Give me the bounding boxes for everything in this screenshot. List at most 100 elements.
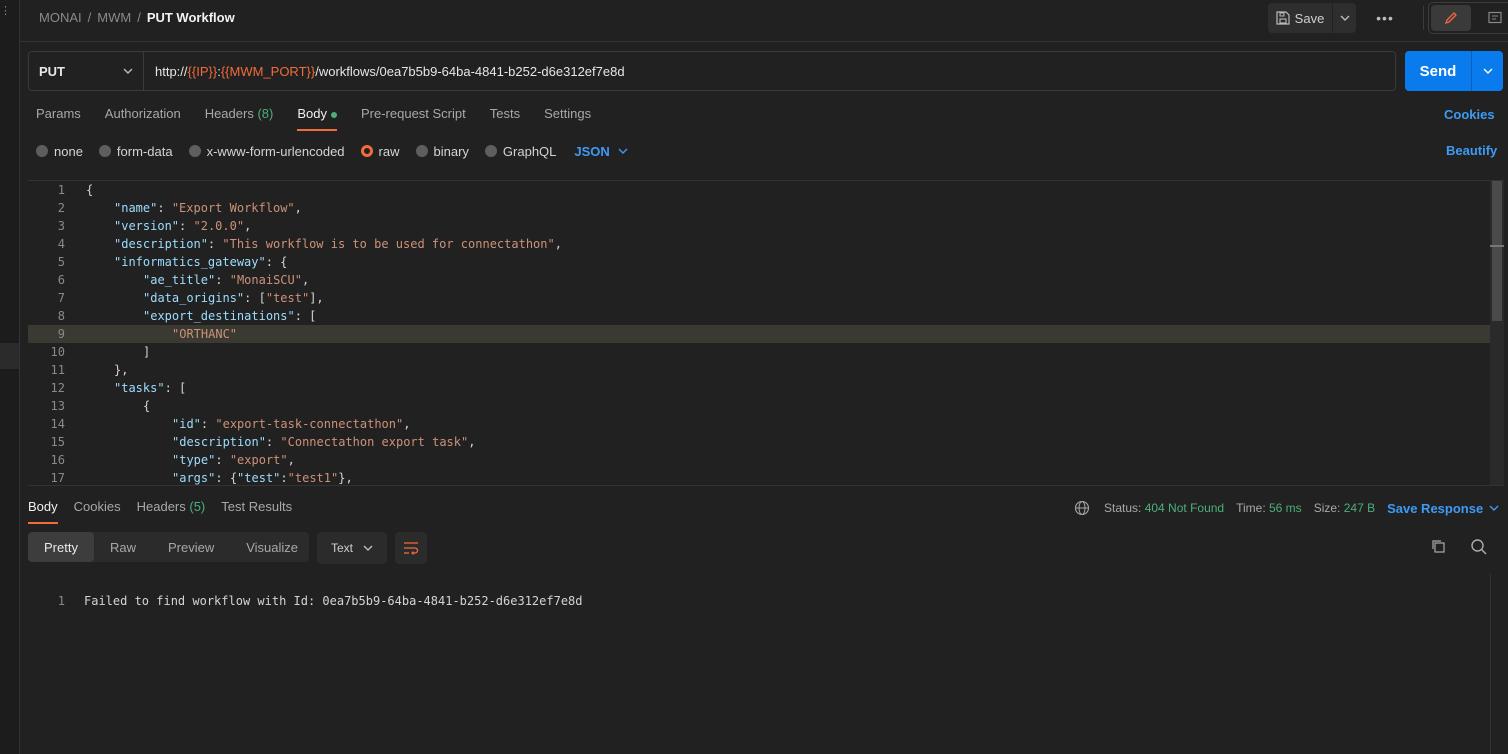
- body-type-raw[interactable]: raw: [360, 143, 400, 159]
- body-type-raw-label: raw: [378, 143, 400, 159]
- editor-line: 11},: [28, 361, 1490, 379]
- save-label: Save: [1294, 10, 1325, 26]
- beautify-link[interactable]: Beautify: [1446, 143, 1497, 158]
- code-text: "informatics_gateway": {: [114, 255, 288, 269]
- line-number: 7: [57, 291, 65, 305]
- editor-line: 17 "args": {"test":"test1"},: [28, 469, 1490, 485]
- breadcrumb-folder[interactable]: MWM: [97, 10, 131, 25]
- code-text: {: [86, 183, 94, 197]
- code-text: "ORTHANC": [172, 327, 238, 341]
- response-scrollbar[interactable]: [1490, 574, 1504, 754]
- sidebar-selection-marker: [0, 343, 19, 369]
- code-text: "id": "export-task-connectathon",: [172, 417, 411, 431]
- language-label: JSON: [574, 143, 610, 159]
- tab-body-label: Body: [297, 106, 327, 121]
- radio-icon: [484, 145, 497, 157]
- send-button[interactable]: Send: [1405, 51, 1471, 91]
- size-info[interactable]: Size: 247 B: [1314, 501, 1375, 515]
- request-tabs: Params Authorization Headers (8) Body Pr…: [36, 106, 615, 132]
- code-text: "ae_title": "MonaiSCU",: [143, 273, 310, 287]
- breadcrumb-collection[interactable]: MONAI: [39, 10, 82, 25]
- editor-line: 14 "id": "export-task-connectathon",: [28, 415, 1490, 433]
- response-tab-body[interactable]: Body: [28, 499, 58, 524]
- status-info[interactable]: Status: 404 Not Found: [1104, 501, 1224, 515]
- response-tab-headers[interactable]: Headers (5): [137, 499, 206, 523]
- breadcrumb-separator: /: [137, 10, 141, 25]
- url-variable-ip: {{IP}}: [187, 63, 218, 79]
- language-select[interactable]: JSON: [574, 143, 628, 159]
- body-type-graphql[interactable]: GraphQL: [484, 144, 556, 159]
- comments-mode-button[interactable]: [1475, 5, 1508, 31]
- view-tab-raw[interactable]: Raw: [94, 532, 152, 562]
- body-type-form-data-label: form-data: [116, 143, 173, 159]
- tab-body[interactable]: Body: [297, 106, 337, 131]
- response-tab-test-results[interactable]: Test Results: [221, 499, 292, 523]
- wrap-lines-button[interactable]: [395, 532, 427, 564]
- editor-line: 7 "data_origins": ["test"],: [28, 289, 1490, 307]
- editor-line: 1{: [28, 181, 1490, 199]
- pencil-icon: [1444, 12, 1457, 25]
- tab-prerequest-script[interactable]: Pre-request Script: [361, 106, 466, 130]
- tab-settings[interactable]: Settings: [544, 106, 591, 130]
- url-bar: PUT http://{{IP}}: {{MWM_PORT}}/workflows…: [28, 51, 1396, 91]
- response-meta: Status: 404 Not Found Time: 56 ms Size: …: [1074, 500, 1499, 516]
- tab-tests[interactable]: Tests: [490, 106, 520, 130]
- chevron-down-icon: [1489, 505, 1499, 511]
- edit-mode-button[interactable]: [1431, 5, 1471, 31]
- editor-line: 4 "description": "This workflow is to be …: [28, 235, 1490, 253]
- save-button[interactable]: Save: [1268, 3, 1332, 33]
- method-label: PUT: [39, 63, 65, 79]
- response-body[interactable]: 1 Failed to find workflow with Id: 0ea7b5…: [28, 574, 1490, 754]
- view-tab-visualize[interactable]: Visualize: [230, 532, 314, 562]
- line-number: 3: [57, 219, 65, 233]
- code-text: "tasks": [: [114, 381, 187, 395]
- view-tab-pretty[interactable]: Pretty: [28, 532, 94, 562]
- editor-line: 10]: [28, 343, 1490, 361]
- left-sidebar-strip: ⋮: [0, 0, 20, 754]
- copy-icon[interactable]: [1430, 538, 1446, 557]
- time-info[interactable]: Time: 56 ms: [1236, 501, 1302, 515]
- view-tab-preview[interactable]: Preview: [152, 532, 230, 562]
- request-title[interactable]: PUT Workflow: [147, 10, 235, 25]
- method-select[interactable]: PUT: [29, 52, 144, 90]
- body-type-form-data[interactable]: form-data: [98, 143, 173, 159]
- url-input[interactable]: http://{{IP}}: {{MWM_PORT}}/workflows/0ea…: [144, 52, 625, 90]
- body-type-urlencoded[interactable]: x-www-form-urlencoded: [188, 144, 345, 159]
- chevron-down-icon: [1483, 68, 1492, 74]
- request-body-editor[interactable]: 1{ 2 "name": "Export Workflow", 3 "version…: [28, 180, 1504, 486]
- more-actions-button[interactable]: •••: [1372, 8, 1398, 28]
- body-type-none[interactable]: none: [36, 144, 83, 159]
- editor-line: 15 "description": "Connectathon export ta…: [28, 433, 1490, 451]
- tab-params[interactable]: Params: [36, 106, 81, 130]
- cookies-link[interactable]: Cookies: [1444, 107, 1495, 122]
- code-text: "name": "Export Workflow",: [114, 201, 302, 215]
- response-format-select[interactable]: Text: [317, 532, 387, 564]
- search-icon[interactable]: [1470, 538, 1488, 559]
- send-options-button[interactable]: [1471, 51, 1503, 91]
- save-icon: [1276, 11, 1290, 25]
- url-path: /workflows/0ea7b5b9-64ba-4841-b252-d6e31…: [315, 63, 625, 79]
- response-tab-headers-label: Headers: [136, 499, 186, 514]
- tab-headers[interactable]: Headers (8): [205, 106, 274, 130]
- code-text: "description": "This workflow is to be u…: [114, 237, 562, 251]
- body-type-binary[interactable]: binary: [415, 144, 469, 159]
- time-value: 56 ms: [1269, 501, 1302, 515]
- line-number: 9: [57, 327, 65, 341]
- save-options-button[interactable]: [1332, 3, 1356, 33]
- network-globe-icon[interactable]: [1074, 500, 1090, 516]
- tab-authorization[interactable]: Authorization: [105, 106, 181, 130]
- chevron-down-icon: [363, 545, 373, 551]
- editor-scrollbar-thumb[interactable]: [1492, 181, 1502, 321]
- line-number: 15: [50, 435, 65, 449]
- code-text: "export_destinations": [: [143, 309, 317, 323]
- sidebar-more-icon[interactable]: ⋮: [0, 6, 11, 17]
- save-response-label: Save Response: [1387, 500, 1484, 516]
- save-response-button[interactable]: Save Response: [1387, 501, 1499, 516]
- response-tab-cookies[interactable]: Cookies: [74, 499, 121, 523]
- send-group: Send: [1405, 51, 1503, 91]
- code-text: {: [143, 399, 151, 413]
- url-variable-port: {{MWM_PORT}}: [220, 63, 316, 79]
- line-number: 1: [57, 183, 65, 197]
- tab-headers-label: Headers: [204, 106, 254, 121]
- editor-scrollbar[interactable]: [1490, 181, 1504, 485]
